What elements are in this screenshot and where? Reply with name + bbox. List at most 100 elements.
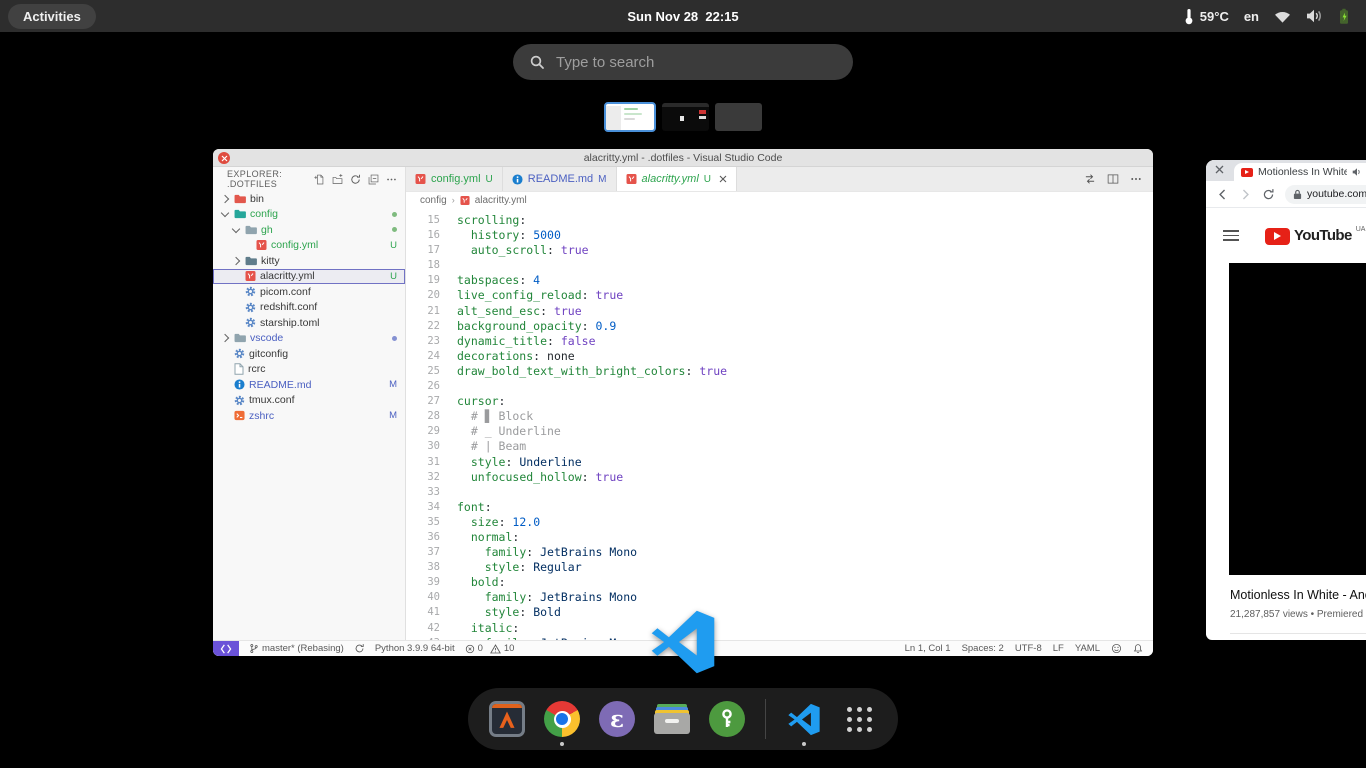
youtube-wordmark: YouTube xyxy=(1294,227,1352,244)
menu-icon[interactable] xyxy=(1223,230,1239,241)
temperature-value: 59°C xyxy=(1200,9,1229,24)
problems-status[interactable]: 0 10 xyxy=(465,643,515,654)
video-player[interactable] xyxy=(1229,263,1366,575)
tree-item-vscode[interactable]: vscode xyxy=(213,331,405,347)
dock-app-app-grid[interactable] xyxy=(838,690,880,748)
clock[interactable]: Sun Nov 28 22:15 xyxy=(627,9,738,24)
branch-label: master* (Rebasing) xyxy=(262,643,344,654)
tree-item-kitty[interactable]: kitty xyxy=(213,253,405,269)
address-bar[interactable]: youtube.com/wa xyxy=(1285,185,1366,204)
code-text: auto_scroll: true xyxy=(457,243,589,258)
tree-item-gh[interactable]: gh xyxy=(213,222,405,238)
tree-item-gitconfig[interactable]: gitconfig xyxy=(213,346,405,362)
statusbar-right: Ln 1, Col 1 Spaces: 2 UTF-8 LF YAML xyxy=(905,643,1153,654)
keyboard-layout[interactable]: en xyxy=(1244,9,1259,24)
dock-app-chrome[interactable] xyxy=(541,690,583,748)
workspace-thumbnail-2[interactable] xyxy=(662,103,709,131)
collapse-all-icon[interactable] xyxy=(368,174,379,185)
new-folder-icon[interactable] xyxy=(332,174,343,185)
tab-alacritty.yml[interactable]: alacritty.ymlU xyxy=(617,167,737,191)
dock-app-alacritty[interactable] xyxy=(486,690,528,748)
code-area[interactable]: 15scrolling:16 history: 500017 auto_scro… xyxy=(406,208,1153,640)
tab-config.yml[interactable]: config.ymlU xyxy=(406,167,503,191)
tree-item-label: picom.conf xyxy=(260,286,311,298)
youtube-logo[interactable]: YouTube UA xyxy=(1265,227,1365,245)
indentation-setting[interactable]: Spaces: 2 xyxy=(962,643,1004,654)
code-text: bold: xyxy=(457,575,506,590)
language-mode[interactable]: YAML xyxy=(1075,643,1100,654)
breadcrumb-folder[interactable]: config xyxy=(420,195,447,206)
tree-item-alacritty.yml[interactable]: alacritty.ymlU xyxy=(213,269,405,285)
activities-button[interactable]: Activities xyxy=(8,4,96,29)
reload-icon[interactable] xyxy=(1262,188,1275,201)
refresh-icon[interactable] xyxy=(350,174,361,185)
dock-app-files[interactable] xyxy=(651,690,693,748)
line-number: 34 xyxy=(406,500,440,515)
overview-search[interactable]: Type to search xyxy=(513,44,853,80)
python-interpreter[interactable]: Python 3.9.9 64-bit xyxy=(375,643,455,654)
tree-item-config[interactable]: config xyxy=(213,207,405,223)
dock-divider xyxy=(765,699,766,739)
tab-audio-icon[interactable] xyxy=(1352,167,1362,177)
folder-icon xyxy=(234,194,246,204)
branch-icon xyxy=(249,643,259,654)
feedback-icon[interactable] xyxy=(1111,643,1122,654)
notifications-bell-icon[interactable] xyxy=(1133,643,1143,654)
battery-icon[interactable] xyxy=(1338,8,1350,25)
line-number: 24 xyxy=(406,349,440,364)
mini-thumb-white xyxy=(699,116,706,119)
cursor-position[interactable]: Ln 1, Col 1 xyxy=(905,643,951,654)
remote-indicator[interactable] xyxy=(213,641,239,656)
tree-item-picom.conf[interactable]: picom.conf xyxy=(213,284,405,300)
new-file-icon[interactable] xyxy=(314,174,325,185)
workspace-thumbnail-1[interactable] xyxy=(604,102,656,132)
mini-line xyxy=(624,113,642,115)
tree-item-README.md[interactable]: README.mdM xyxy=(213,377,405,393)
chevron-right-icon xyxy=(219,335,230,341)
back-icon[interactable] xyxy=(1216,188,1229,201)
vscode-window[interactable]: alacritty.yml - .dotfiles - Visual Studi… xyxy=(213,149,1153,656)
split-editor-icon[interactable] xyxy=(1107,173,1119,185)
code-line: 33 xyxy=(406,485,1153,500)
chrome-toolbar: youtube.com/wa xyxy=(1206,181,1366,208)
volume-icon[interactable] xyxy=(1306,9,1323,23)
code-line: 37 family: JetBrains Mono xyxy=(406,545,1153,560)
tree-item-config.yml[interactable]: config.ymlU xyxy=(213,238,405,254)
more-actions-icon[interactable] xyxy=(386,174,397,185)
close-tab-icon[interactable] xyxy=(719,175,727,183)
eol-setting[interactable]: LF xyxy=(1053,643,1064,654)
open-changes-icon[interactable] xyxy=(1084,173,1096,185)
tree-item-bin[interactable]: bin xyxy=(213,191,405,207)
sync-button[interactable] xyxy=(354,643,365,654)
wifi-icon[interactable] xyxy=(1274,10,1291,23)
git-branch-status[interactable]: master* (Rebasing) xyxy=(249,643,344,654)
breadcrumb-file[interactable]: alacritty.yml xyxy=(475,195,527,206)
explorer-tree: binconfigghconfig.ymlUkittyalacritty.yml… xyxy=(213,191,405,424)
tab-README.md[interactable]: README.mdM xyxy=(503,167,617,191)
code-line: 43 family: JetBrains Mono xyxy=(406,636,1153,640)
tree-item-rcrc[interactable]: rcrc xyxy=(213,362,405,378)
code-text: style: Bold xyxy=(457,605,561,620)
video-info: Motionless In White - Anot 21,287,857 vi… xyxy=(1206,575,1366,634)
code-line: 15scrolling: xyxy=(406,213,1153,228)
search-icon xyxy=(530,55,545,70)
encoding-setting[interactable]: UTF-8 xyxy=(1015,643,1042,654)
forward-icon[interactable] xyxy=(1239,188,1252,201)
dock-app-emacs[interactable]: ε xyxy=(596,690,638,748)
window-close-button[interactable] xyxy=(218,152,230,164)
dock-app-keepassxc[interactable] xyxy=(706,690,748,748)
tree-item-zshrc[interactable]: zshrcM xyxy=(213,408,405,424)
browser-tab[interactable]: Motionless In White - A xyxy=(1234,163,1366,181)
close-icon[interactable] xyxy=(1215,165,1224,174)
dock-app-vscode[interactable] xyxy=(783,690,825,748)
tree-item-tmux.conf[interactable]: tmux.conf xyxy=(213,393,405,409)
workspace-thumbnail-3[interactable] xyxy=(715,103,762,131)
tree-item-starship.toml[interactable]: starship.toml xyxy=(213,315,405,331)
git-changes-dot xyxy=(392,227,397,232)
chrome-window[interactable]: Motionless In White - A youtube.com/wa Y… xyxy=(1206,160,1366,640)
system-status-area[interactable]: 59°C en xyxy=(1184,0,1366,32)
tree-item-label: alacritty.yml xyxy=(260,270,315,282)
tree-item-redshift.conf[interactable]: redshift.conf xyxy=(213,300,405,316)
more-editor-actions-icon[interactable] xyxy=(1130,173,1142,185)
code-line: 16 history: 5000 xyxy=(406,228,1153,243)
